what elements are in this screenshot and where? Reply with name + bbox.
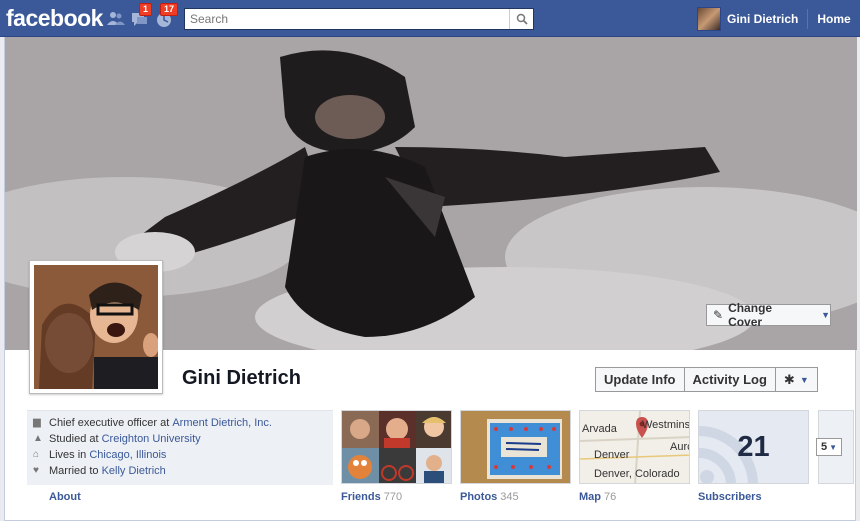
search-input[interactable]: [185, 9, 505, 29]
user-name-link[interactable]: Gini Dietrich: [727, 12, 798, 26]
map-label[interactable]: Map 76: [579, 491, 616, 503]
profile-picture[interactable]: [29, 260, 163, 394]
friends-tile[interactable]: [341, 410, 452, 484]
map-tile[interactable]: Arvada Westminste Denver Aurc Denver, Co…: [579, 410, 690, 484]
heart-icon: ♥: [33, 465, 39, 476]
about-link[interactable]: About: [49, 491, 81, 503]
map-place-label: Arvada: [582, 423, 617, 435]
info-text: Chief executive officer at: [49, 417, 170, 429]
info-work: ▆ Chief executive officer at Arment Diet…: [27, 415, 333, 431]
chevron-down-icon: ▼: [821, 310, 830, 320]
school-icon: ▲: [33, 433, 43, 444]
city-link[interactable]: Chicago, Illinois: [89, 449, 166, 461]
map-place-label: Denver, Colorado: [594, 468, 680, 480]
facebook-logo[interactable]: facebook: [6, 5, 103, 32]
map-place-label: Denver: [594, 449, 630, 461]
chevron-down-icon: ▼: [799, 374, 809, 385]
subscribers-tile[interactable]: 21: [698, 410, 809, 484]
activity-log-button[interactable]: Activity Log: [684, 367, 776, 392]
timeline: ✎ Change Cover ▼ Gini Dietrich Update In…: [4, 37, 857, 521]
update-info-button[interactable]: Update Info: [595, 367, 685, 392]
user-nav: Gini Dietrich Home: [697, 7, 851, 31]
settings-button[interactable]: ✱ ▼: [775, 367, 818, 392]
school-link[interactable]: Creighton University: [102, 433, 201, 445]
change-cover-label: Change Cover: [728, 301, 773, 329]
home-link[interactable]: Home: [817, 12, 850, 26]
more-tiles-button[interactable]: 5 ▼: [816, 438, 842, 456]
search-icon: [516, 13, 528, 25]
profile-name: Gini Dietrich: [182, 367, 301, 389]
subscribers-label[interactable]: Subscribers: [698, 491, 762, 503]
chevron-down-icon: ▼: [829, 442, 838, 452]
employer-link[interactable]: Arment Dietrich, Inc.: [172, 417, 272, 429]
search-button[interactable]: [509, 9, 533, 29]
subscribers-count: 21: [737, 430, 770, 463]
work-icon: ▆: [33, 417, 41, 428]
info-text: Married to: [49, 465, 99, 477]
photos-label[interactable]: Photos 345: [460, 491, 519, 503]
map-place-label: Aurc: [670, 441, 689, 453]
top-bar: facebook 1 17 Gini Dietrich Home: [0, 0, 860, 37]
friends-thumbnails: [342, 411, 451, 483]
friend-requests-icon[interactable]: [106, 9, 126, 29]
friends-label[interactable]: Friends 770: [341, 491, 402, 503]
change-cover-button[interactable]: ✎ Change Cover ▼: [706, 301, 831, 329]
more-count: 5: [820, 441, 828, 453]
notifications-badge: 17: [160, 3, 179, 16]
search-box: [184, 8, 534, 30]
info-location: ⌂ Lives in Chicago, Illinois: [27, 447, 333, 463]
profile-photo: [34, 265, 158, 389]
info-relationship: ♥ Married to Kelly Dietrich: [27, 463, 333, 479]
home-icon: ⌂: [33, 449, 40, 460]
profile-info: ▆ Chief executive officer at Arment Diet…: [27, 410, 333, 485]
gear-icon: ✱: [783, 371, 795, 387]
profile-actions: Update Info Activity Log ✱ ▼: [595, 367, 818, 392]
photos-thumbnail: [461, 411, 570, 483]
info-education: ▲ Studied at Creighton University: [27, 431, 333, 447]
nav-divider: [807, 9, 809, 29]
info-text: Studied at: [49, 433, 99, 445]
user-avatar[interactable]: [697, 7, 721, 31]
notifications-icon[interactable]: 17: [154, 3, 179, 29]
spouse-link[interactable]: Kelly Dietrich: [102, 465, 166, 477]
info-text: Lives in: [49, 449, 87, 461]
map-place-label: Westminste: [642, 419, 690, 431]
messages-icon[interactable]: 1: [130, 3, 153, 29]
photos-tile[interactable]: [460, 410, 571, 484]
messages-badge: 1: [139, 3, 153, 16]
pencil-icon: ✎: [713, 308, 724, 322]
